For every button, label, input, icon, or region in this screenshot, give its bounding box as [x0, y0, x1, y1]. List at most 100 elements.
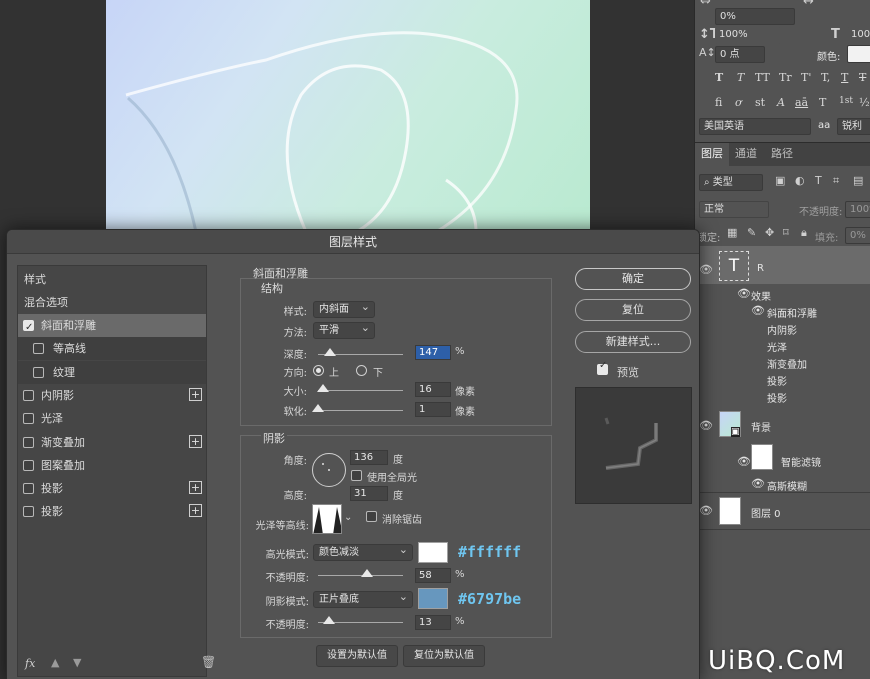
- layer-name[interactable]: R: [757, 263, 764, 274]
- filter-item[interactable]: 高斯模糊: [767, 478, 807, 493]
- reset-default-button[interactable]: 复位为默认值: [403, 645, 485, 667]
- global-light-checkbox[interactable]: [351, 470, 362, 481]
- horizontal-scale-field[interactable]: 100%: [847, 27, 870, 44]
- preview-label[interactable]: 预览: [617, 364, 639, 380]
- effect-item[interactable]: 内阴影: [767, 322, 797, 337]
- size-slider-track[interactable]: [318, 390, 403, 391]
- style-item[interactable]: 渐变叠加 +: [18, 431, 206, 454]
- stylistic-alt-button[interactable]: st: [755, 96, 765, 109]
- baseline-shift-field[interactable]: 0 点: [715, 46, 765, 63]
- effect-item[interactable]: 渐变叠加: [767, 356, 807, 371]
- titling-alt-button[interactable]: aā: [795, 96, 808, 109]
- ordinals-button[interactable]: T: [819, 96, 826, 109]
- effect-item[interactable]: 斜面和浮雕: [767, 305, 817, 320]
- technique-select[interactable]: 平滑: [313, 320, 375, 339]
- lock-position-icon[interactable]: ✥: [765, 226, 774, 239]
- direction-up-radio[interactable]: [313, 365, 324, 376]
- chevron-down-icon[interactable]: ⌄: [344, 512, 352, 523]
- lock-transparent-icon[interactable]: ▦: [727, 226, 737, 239]
- document-canvas[interactable]: [106, 0, 590, 232]
- fx-icon[interactable]: fx: [25, 657, 35, 670]
- shadow-mode-select[interactable]: 正片叠底: [313, 589, 413, 608]
- depth-input[interactable]: 147: [415, 345, 451, 360]
- eye-icon[interactable]: 👁︎: [699, 419, 713, 432]
- size-slider-thumb[interactable]: [317, 384, 330, 392]
- direction-down-label[interactable]: 下: [373, 364, 383, 379]
- style-checkbox[interactable]: [23, 413, 34, 425]
- style-item[interactable]: 内阴影 +: [18, 384, 206, 407]
- faux-bold-button[interactable]: T: [715, 71, 723, 84]
- direction-up-label[interactable]: 上: [329, 364, 339, 379]
- shadow-opacity-input[interactable]: 13: [415, 615, 451, 630]
- effect-item[interactable]: 投影: [767, 373, 787, 388]
- ok-button[interactable]: 确定: [575, 268, 691, 290]
- highlight-opacity-thumb[interactable]: [361, 569, 374, 577]
- layer-row-background[interactable]: 👁︎ ▣ 背景 👁︎ 智能滤镜 👁︎ 高斯模糊: [695, 407, 870, 493]
- style-item[interactable]: 纹理: [18, 360, 206, 384]
- subscript-button[interactable]: T,: [821, 71, 830, 84]
- add-effect-button[interactable]: +: [189, 504, 202, 518]
- style-item[interactable]: 斜面和浮雕: [18, 314, 206, 339]
- underline-button[interactable]: T: [841, 71, 848, 84]
- image-filter-icon[interactable]: ▣: [775, 174, 785, 187]
- add-effect-button[interactable]: +: [189, 481, 202, 495]
- style-checkbox[interactable]: [23, 436, 34, 448]
- shadow-opacity-thumb[interactable]: [323, 616, 336, 624]
- tab-paths[interactable]: 路径: [765, 143, 799, 167]
- eye-icon[interactable]: 👁︎: [751, 477, 765, 490]
- text-color-swatch[interactable]: [847, 45, 870, 63]
- gloss-contour-swatch[interactable]: [312, 504, 342, 534]
- altitude-input[interactable]: 31: [350, 486, 388, 501]
- angle-input[interactable]: 136: [350, 450, 388, 465]
- style-checkbox[interactable]: [23, 506, 34, 518]
- soften-slider-thumb[interactable]: [312, 404, 324, 412]
- styles-header[interactable]: 样式: [18, 268, 206, 291]
- new-style-button[interactable]: 新建样式...: [575, 331, 691, 353]
- add-effect-button[interactable]: +: [189, 434, 202, 448]
- move-up-icon[interactable]: ▲: [51, 656, 59, 669]
- style-checkbox[interactable]: [23, 459, 34, 471]
- superscript-button[interactable]: T': [801, 71, 811, 84]
- blend-mode-select[interactable]: 正常: [699, 201, 769, 218]
- language-select[interactable]: 美国英语: [699, 118, 811, 135]
- strikethrough-button[interactable]: T: [859, 71, 866, 84]
- style-item[interactable]: 光泽: [18, 407, 206, 430]
- antialias-select[interactable]: 锐利: [837, 118, 870, 135]
- lock-artboard-icon[interactable]: ⌑: [783, 226, 789, 239]
- style-item[interactable]: 投影 +: [18, 477, 206, 500]
- all-caps-button[interactable]: TT: [755, 71, 770, 84]
- highlight-color-swatch[interactable]: [418, 542, 448, 563]
- eye-icon[interactable]: 👁︎: [737, 287, 751, 300]
- style-item[interactable]: 等高线: [18, 337, 206, 361]
- fill-field[interactable]: 0%: [845, 227, 870, 244]
- ligatures-button[interactable]: fi: [715, 96, 722, 109]
- layer-row-text[interactable]: 👁︎ T R 👁︎ 效果 👁︎ 斜面和浮雕 内阴影 光泽 渐变叠加 投影 投影: [695, 246, 870, 406]
- layer-row-layer0[interactable]: 👁︎ 图层 0: [695, 494, 870, 530]
- small-caps-button[interactable]: Tr: [779, 71, 792, 84]
- adjustment-filter-icon[interactable]: ◐: [795, 174, 805, 187]
- direction-down-radio[interactable]: [356, 365, 367, 376]
- layer-name[interactable]: 背景: [751, 419, 771, 434]
- fractions-button[interactable]: ½: [859, 96, 870, 109]
- eye-icon[interactable]: 👁︎: [699, 263, 713, 276]
- type-filter-icon[interactable]: T: [815, 174, 822, 187]
- soften-input[interactable]: 1: [415, 402, 451, 417]
- tab-channels[interactable]: 通道: [729, 143, 763, 167]
- tracking-field[interactable]: 0%: [715, 8, 795, 25]
- tab-layers[interactable]: 图层: [695, 143, 729, 167]
- layer-filter-select[interactable]: ⌕ 类型: [699, 174, 763, 191]
- move-down-icon[interactable]: ▼: [73, 656, 81, 669]
- style-checkbox[interactable]: [33, 343, 44, 355]
- style-checkbox[interactable]: [23, 483, 34, 495]
- antialiased-label[interactable]: 消除锯齿: [382, 511, 422, 526]
- layer-name[interactable]: 图层 0: [751, 505, 781, 520]
- antialiased-checkbox[interactable]: [366, 511, 377, 522]
- swash-button[interactable]: A: [777, 96, 785, 109]
- style-checkbox[interactable]: [33, 366, 44, 378]
- global-light-label[interactable]: 使用全局光: [367, 469, 417, 484]
- lock-all-icon[interactable]: 🔒︎: [801, 226, 807, 240]
- preview-checkbox[interactable]: [597, 360, 608, 375]
- eye-icon[interactable]: 👁︎: [751, 304, 765, 317]
- effect-item[interactable]: 光泽: [767, 339, 787, 354]
- size-input[interactable]: 16: [415, 382, 451, 397]
